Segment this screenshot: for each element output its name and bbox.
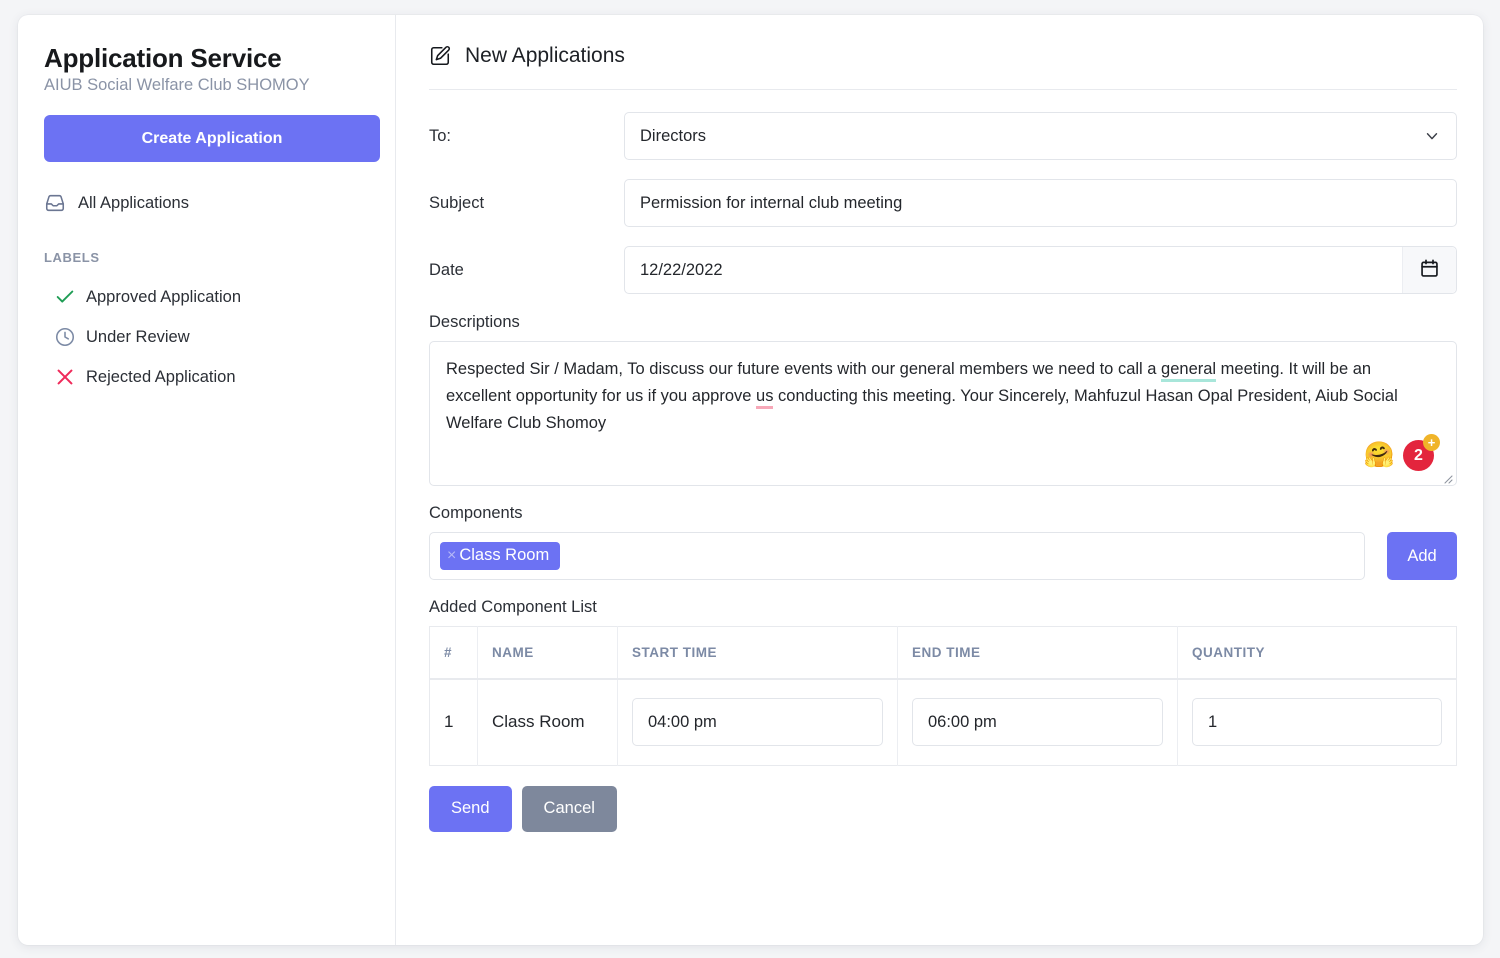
sidebar-item-under-review[interactable]: Under Review bbox=[44, 317, 369, 357]
subject-input[interactable] bbox=[624, 179, 1457, 227]
cell-index: 1 bbox=[429, 679, 478, 765]
application-card: Application Service AIUB Social Welfare … bbox=[18, 15, 1483, 945]
table-row: 1 Class Room bbox=[429, 679, 1457, 765]
components-block: Components × Class Room Add bbox=[429, 504, 1457, 580]
cancel-button[interactable]: Cancel bbox=[521, 785, 617, 832]
column-header-end-time: END TIME bbox=[897, 626, 1178, 680]
descriptions-textarea[interactable]: Respected Sir / Madam, To discuss our fu… bbox=[429, 341, 1457, 486]
assistant-issue-count-badge[interactable]: 2 + bbox=[1403, 434, 1440, 471]
remove-tag-icon[interactable]: × bbox=[447, 547, 456, 564]
subject-field-wrap bbox=[624, 179, 1457, 227]
cross-icon bbox=[54, 366, 76, 388]
column-header-name: NAME bbox=[477, 626, 618, 680]
date-label: Date bbox=[429, 260, 464, 279]
create-application-button[interactable]: Create Application bbox=[44, 115, 380, 162]
components-tag-input[interactable]: × Class Room bbox=[429, 532, 1365, 580]
inbox-icon bbox=[44, 192, 66, 214]
end-time-input[interactable] bbox=[912, 698, 1163, 747]
main-panel: New Applications To: Subject bbox=[396, 15, 1483, 945]
sidebar-item-approved-application[interactable]: Approved Application bbox=[44, 277, 369, 317]
hugging-face-emoji-icon[interactable]: 🤗 bbox=[1364, 443, 1395, 468]
sidebar-item-rejected-application[interactable]: Rejected Application bbox=[44, 357, 369, 397]
add-component-button[interactable]: Add bbox=[1387, 532, 1457, 580]
date-input[interactable] bbox=[624, 246, 1457, 294]
grammar-suggestion-teal[interactable]: general bbox=[1161, 360, 1217, 382]
sidebar-label-text: Rejected Application bbox=[86, 367, 236, 386]
sidebar-label-text: Approved Application bbox=[86, 287, 242, 306]
date-row: Date bbox=[429, 246, 1457, 294]
components-label: Components bbox=[429, 504, 523, 522]
to-row: To: bbox=[429, 112, 1457, 160]
cell-end-time bbox=[897, 679, 1178, 765]
added-component-list-label: Added Component List bbox=[429, 598, 597, 616]
app-title: Application Service bbox=[44, 43, 282, 73]
table-head: # NAME START TIME END TIME QUANTITY bbox=[429, 626, 1457, 680]
to-label: To: bbox=[429, 126, 452, 145]
descriptions-text: Respected Sir / Madam, To discuss our fu… bbox=[446, 356, 1440, 437]
date-field-wrap bbox=[624, 246, 1457, 294]
assistant-issue-count: 2 bbox=[1414, 446, 1423, 464]
subject-label: Subject bbox=[429, 193, 485, 212]
table-header-row: # NAME START TIME END TIME QUANTITY bbox=[429, 626, 1457, 680]
compose-icon bbox=[429, 45, 451, 67]
descriptions-label: Descriptions bbox=[429, 313, 520, 331]
sidebar-item-all-applications[interactable]: All Applications bbox=[44, 186, 369, 220]
app-subtitle: AIUB Social Welfare Club SHOMOY bbox=[44, 76, 310, 94]
added-component-table: # NAME START TIME END TIME QUANTITY 1 Cl… bbox=[429, 626, 1457, 766]
component-tag-label: Class Room bbox=[459, 546, 550, 564]
components-row: × Class Room Add bbox=[429, 532, 1457, 580]
to-select-input[interactable] bbox=[624, 112, 1457, 160]
column-header-start-time: START TIME bbox=[617, 626, 898, 680]
cell-name: Class Room bbox=[477, 679, 618, 765]
application-form: To: Subject Date bbox=[396, 90, 1483, 832]
quantity-input[interactable] bbox=[1192, 698, 1442, 747]
labels-heading: LABELS bbox=[44, 250, 100, 265]
column-header-index: # bbox=[429, 626, 478, 680]
to-field-wrap bbox=[624, 112, 1457, 160]
descriptions-part-1: Respected Sir / Madam, To discuss our fu… bbox=[446, 360, 1162, 378]
sidebar: Application Service AIUB Social Welfare … bbox=[18, 15, 396, 945]
column-header-quantity: QUANTITY bbox=[1177, 626, 1457, 680]
check-icon bbox=[54, 286, 76, 308]
editor-assistant-badges: 🤗 2 + bbox=[1364, 434, 1440, 471]
table-body: 1 Class Room bbox=[429, 679, 1457, 765]
resize-handle[interactable] bbox=[1441, 471, 1453, 484]
start-time-input[interactable] bbox=[632, 698, 883, 747]
subject-row: Subject bbox=[429, 179, 1457, 227]
plus-icon: + bbox=[1423, 434, 1440, 451]
send-button[interactable]: Send bbox=[429, 785, 512, 832]
page-title: New Applications bbox=[465, 44, 625, 67]
form-footer: Send Cancel bbox=[429, 785, 1457, 832]
main-header: New Applications bbox=[396, 15, 1483, 73]
descriptions-block: Descriptions Respected Sir / Madam, To d… bbox=[429, 313, 1457, 486]
component-tag[interactable]: × Class Room bbox=[440, 542, 561, 570]
added-component-list-block: Added Component List # NAME START TIME E… bbox=[429, 598, 1457, 766]
clock-icon bbox=[54, 326, 76, 348]
sidebar-item-label: All Applications bbox=[78, 193, 189, 212]
calendar-icon bbox=[1419, 258, 1440, 282]
grammar-suggestion-pink[interactable]: us bbox=[756, 387, 774, 409]
date-picker-button[interactable] bbox=[1402, 247, 1456, 293]
cell-start-time bbox=[617, 679, 898, 765]
sidebar-label-text: Under Review bbox=[86, 327, 190, 346]
cell-quantity bbox=[1178, 679, 1457, 765]
